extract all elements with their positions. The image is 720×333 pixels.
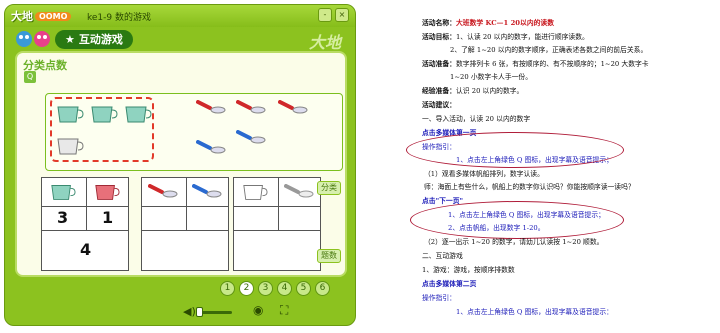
spoon-icon[interactable]: [196, 140, 226, 154]
count-number: 3: [57, 208, 69, 227]
highlight-ellipse: [406, 132, 624, 168]
activity-title: 大班数学 KC—1 20以内的读数: [455, 19, 555, 27]
app-window: 大地 OOMO ke1-9 数的游戏 - × ★ 互动游戏 大地 分类点数 Q …: [4, 4, 356, 326]
goal-2: 2、了解 1~20 以内的数字顺序，正确表述各数之间的前后关系。: [450, 46, 648, 54]
volume-knob[interactable]: [196, 307, 203, 317]
section-1-heading: 一、导入活动，认读 20 以内的数字: [422, 115, 531, 123]
cup-icon[interactable]: [56, 136, 84, 156]
fullscreen-icon[interactable]: ⛶: [280, 303, 288, 318]
tab-bar: ★ 互动游戏 大地: [5, 27, 355, 52]
preparation-text: 数字排列卡 6 张，有按顺序的、有不按顺序的；1~20 大数字卡: [455, 60, 649, 68]
spoon-icon[interactable]: [196, 100, 226, 114]
tab-interactive-game[interactable]: ★ 互动游戏: [55, 30, 133, 49]
logo-text: 大地: [11, 10, 33, 23]
spoon-icon[interactable]: [236, 100, 266, 114]
instruction-label-2: 操作指引：: [422, 294, 456, 302]
count-button[interactable]: 题数: [317, 249, 341, 263]
spoon-icon[interactable]: [236, 130, 266, 144]
logo-tag: OOMO: [35, 11, 72, 21]
brand-watermark: 大地: [308, 33, 341, 52]
screenshot: 大地 OOMO ke1-9 数的游戏 - × ★ 互动游戏 大地 分类点数 Q …: [0, 0, 720, 333]
volume-icon[interactable]: ◀): [183, 305, 196, 318]
step-1: （1）观看多媒体帆船排列，数字认读。: [424, 170, 544, 178]
media-page-2: 点击多媒体第二页: [422, 280, 477, 288]
cup-icon[interactable]: [56, 104, 84, 124]
page-button-6[interactable]: 6: [315, 281, 330, 296]
page-button-2[interactable]: 2: [239, 281, 254, 296]
hint-q-icon[interactable]: Q: [24, 71, 36, 83]
spoon-icon: [284, 184, 314, 198]
window-controls: - ×: [318, 8, 349, 22]
experience-label: 经验准备：: [422, 87, 456, 95]
count-number: 1: [102, 208, 114, 227]
cup-icon[interactable]: [90, 104, 118, 124]
classify-button[interactable]: 分类: [317, 181, 341, 195]
spoon-icon[interactable]: [278, 100, 308, 114]
app-logo: 大地 OOMO: [11, 8, 72, 24]
suggestion-label: 活动建议：: [422, 101, 456, 109]
game-board: 分类点数 Q 3 1 4 分类 题数: [15, 51, 347, 277]
count-grid: [141, 177, 229, 271]
activity-name-label: 活动名称：: [422, 19, 456, 27]
game-heading: 1、游戏：游戏，按顺序排数数: [422, 266, 515, 274]
highlight-ellipse: [410, 201, 624, 239]
page-navigation: 1 2 3 4 5 6: [220, 281, 330, 296]
cup-icon[interactable]: [124, 104, 152, 124]
page-button-4[interactable]: 4: [277, 281, 292, 296]
cup-icon: [51, 185, 76, 200]
page-button-1[interactable]: 1: [220, 281, 235, 296]
star-icon: ★: [65, 33, 75, 46]
preparation-text-2: 1~20 小数字卡人手一份。: [450, 73, 533, 81]
subtitle-icon[interactable]: ◉: [253, 303, 263, 317]
item-area: [45, 93, 343, 171]
preparation-label: 活动准备：: [422, 60, 456, 68]
close-button[interactable]: ×: [335, 8, 349, 22]
instruction-step-2: 1、点击左上角绿色 Q 图标，出现字幕及语音提示：: [456, 308, 613, 316]
cup-icon: [243, 185, 268, 200]
step-2: （2）逐一出示 1~20 的数字，请幼儿认读按 1~20 顺数。: [424, 238, 604, 246]
tab-label: 互动游戏: [78, 33, 123, 46]
count-grid: 3 1 4: [41, 177, 129, 271]
goal-1: 1、认读 20 以内的数字，能进行顺序读数。: [455, 33, 589, 41]
spoon-icon: [148, 184, 178, 198]
cup-icon: [95, 185, 120, 200]
mascot-icon: [16, 31, 50, 47]
title-bar: 大地 OOMO ke1-9 数的游戏 - ×: [5, 5, 355, 27]
goal-label: 活动目标：: [422, 33, 456, 41]
page-button-3[interactable]: 3: [258, 281, 273, 296]
experience-text: 认识 20 以内的数字。: [455, 87, 524, 95]
spoon-icon: [192, 184, 222, 198]
volume-slider[interactable]: [198, 311, 232, 314]
window-title: ke1-9 数的游戏: [87, 13, 151, 23]
bottom-toolbar: ◀) ◉ ⛶: [5, 301, 355, 323]
section-2-heading: 二、互动游戏: [422, 252, 463, 260]
total-number: 4: [80, 240, 92, 259]
count-grid: [233, 177, 321, 271]
lesson-document: 活动名称：大班数学 KC—1 20以内的读数 活动目标：1、认读 20 以内的数…: [404, 0, 720, 333]
page-button-5[interactable]: 5: [296, 281, 311, 296]
minimize-button[interactable]: -: [318, 8, 332, 22]
teacher-question: 师：海面上有些什么，帆船上的数字你认识吗？你能按顺序读一读吗？: [424, 183, 635, 191]
